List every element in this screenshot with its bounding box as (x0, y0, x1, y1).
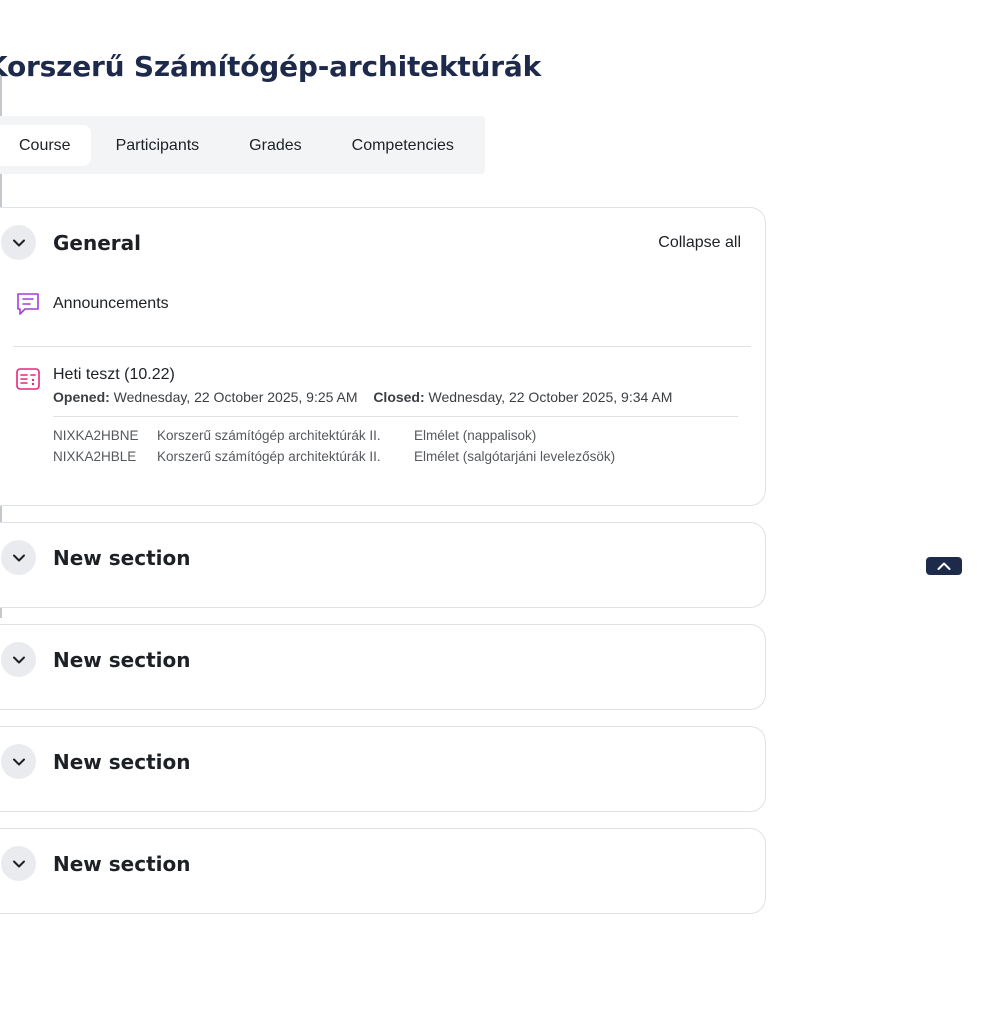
chevron-down-icon (12, 860, 25, 867)
section-new: New section (0, 624, 766, 710)
section-toggle[interactable] (1, 846, 36, 881)
restriction-row: NIXKA2HBLE Korszerű számítógép architektú… (53, 449, 615, 464)
section-toggle[interactable] (1, 225, 36, 260)
closed-label: Closed: (373, 389, 425, 405)
opened-value: Wednesday, 22 October 2025, 9:25 AM (113, 389, 358, 405)
section-toggle[interactable] (1, 540, 36, 575)
collapse-all-link[interactable]: Collapse all (658, 234, 741, 252)
section-general: General Collapse all Announcements Heti … (0, 207, 766, 506)
chevron-down-icon (12, 239, 25, 246)
opened-label: Opened: (53, 389, 110, 405)
forum-icon (17, 293, 39, 315)
section-new: New section (0, 828, 766, 914)
section-title[interactable]: New section (53, 852, 190, 876)
section-toggle[interactable] (1, 744, 36, 779)
section-new: New section (0, 726, 766, 812)
quiz-icon (16, 368, 40, 390)
restriction-group: Elmélet (salgótarjáni levelezősök) (414, 449, 616, 464)
restriction-course: Korszerű számítógép architektúrák II. (157, 428, 381, 443)
restriction-code: NIXKA2HBLE (53, 449, 137, 464)
tab-course[interactable]: Course (0, 124, 91, 166)
chevron-up-icon (937, 562, 951, 570)
restriction-code: NIXKA2HBNE (53, 428, 139, 443)
section-title[interactable]: New section (53, 750, 190, 774)
back-to-top-button[interactable] (926, 557, 962, 575)
divider (53, 416, 738, 417)
chevron-down-icon (12, 554, 25, 561)
chevron-down-icon (12, 656, 25, 663)
tab-participants[interactable]: Participants (91, 125, 225, 166)
closed-value: Wednesday, 22 October 2025, 9:34 AM (428, 389, 673, 405)
course-tabs: Course Participants Grades Competencies (0, 116, 485, 174)
activity-dates: Opened: Wednesday, 22 October 2025, 9:25… (53, 389, 672, 405)
activity-link[interactable]: Announcements (53, 295, 169, 313)
restriction-course: Korszerű számítógép architektúrák II. (157, 449, 381, 464)
tab-grades[interactable]: Grades (224, 125, 326, 166)
section-new: New section (0, 522, 766, 608)
section-title[interactable]: New section (53, 546, 190, 570)
section-toggle[interactable] (1, 642, 36, 677)
chevron-down-icon (12, 758, 25, 765)
restriction-row: NIXKA2HBNE Korszerű számítógép architektú… (53, 428, 536, 443)
section-title[interactable]: General (53, 231, 141, 255)
page-title: Korszerű Számítógép-architektúrák (0, 50, 542, 83)
activity-link[interactable]: Heti teszt (10.22) (53, 366, 175, 384)
divider (13, 346, 751, 347)
tab-competencies[interactable]: Competencies (327, 125, 479, 166)
restriction-group: Elmélet (nappalisok) (414, 428, 537, 443)
section-title[interactable]: New section (53, 648, 190, 672)
